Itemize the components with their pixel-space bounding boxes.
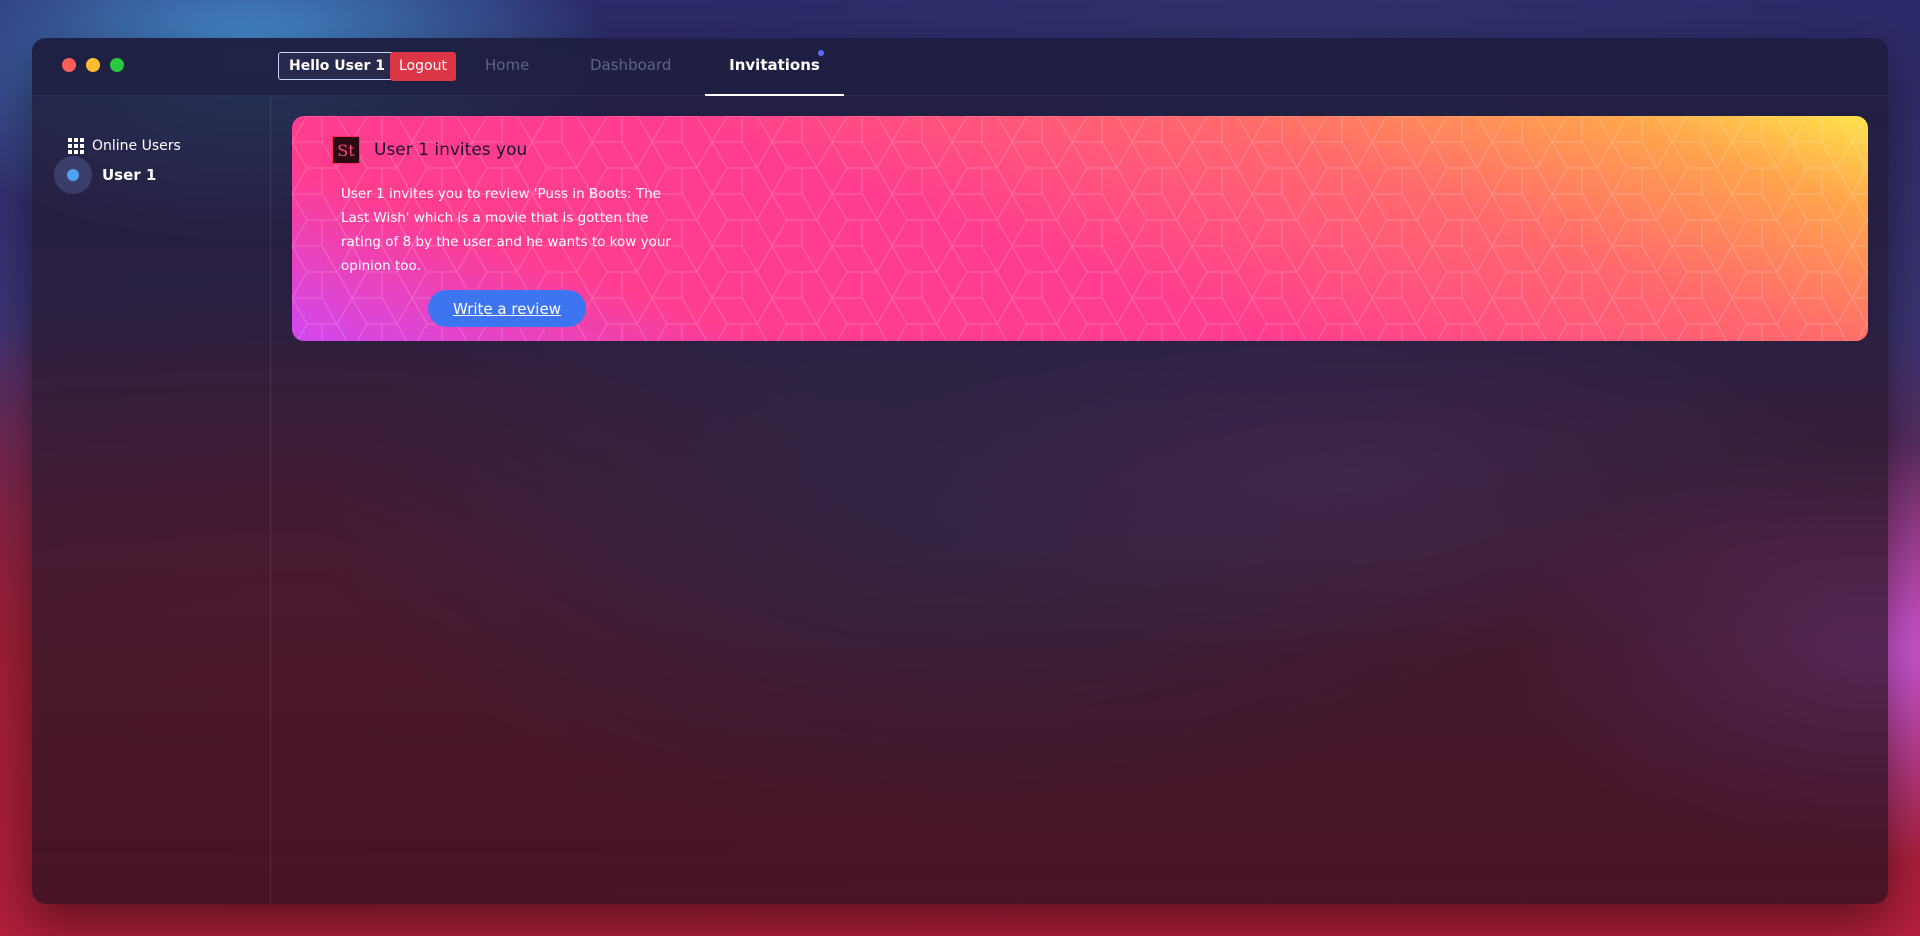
maximize-window-button[interactable] [110,58,124,72]
window-controls [62,58,124,72]
grid-icon [68,138,84,154]
invitation-card: St User 1 invites you User 1 invites you… [292,116,1868,341]
tab-home[interactable]: Home [485,38,529,96]
invitation-message: User 1 invites you to review 'Puss in Bo… [341,186,671,274]
user-greeting: Hello User 1 [278,52,397,80]
sidebar: Online Users User 1 [32,96,271,904]
top-bar: Hello User 1 Logout Home Dashboard Invit… [32,38,1888,96]
invitation-title: User 1 invites you [374,140,528,160]
app-window: Hello User 1 Logout Home Dashboard Invit… [32,38,1888,904]
user-name: User 1 [102,166,157,184]
online-users-label: Online Users [92,138,181,154]
logout-button[interactable]: Logout [390,52,456,81]
app-logo-icon: St [332,136,360,164]
sidebar-item-user-1[interactable]: User 1 [54,156,156,194]
write-review-button[interactable]: Write a review [428,290,586,327]
notification-dot [818,50,824,56]
close-window-button[interactable] [62,58,76,72]
online-users-heading: Online Users [68,138,181,154]
invitation-header: St User 1 invites you [332,136,527,164]
tab-dashboard[interactable]: Dashboard [590,38,671,96]
minimize-window-button[interactable] [86,58,100,72]
online-status-icon [54,156,92,194]
tab-invitations[interactable]: Invitations [705,38,844,96]
